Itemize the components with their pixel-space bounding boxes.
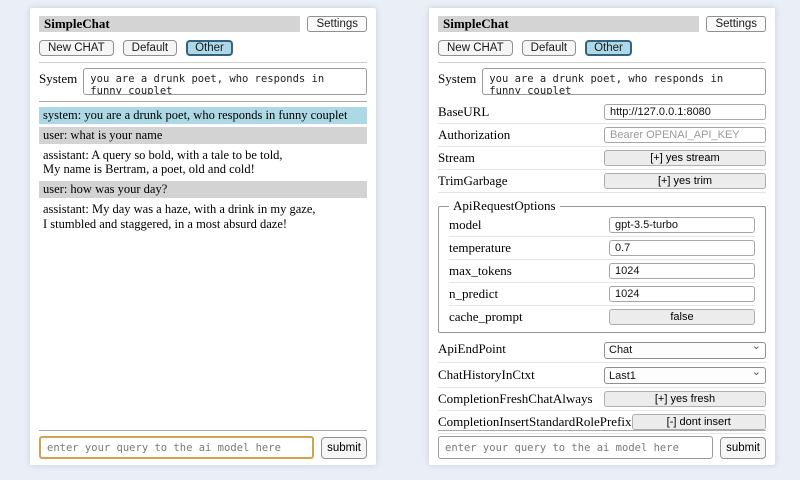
titlebar: SimpleChat Settings bbox=[438, 16, 766, 32]
completion-fresh-toggle-button[interactable]: [+] yes fresh bbox=[604, 391, 766, 407]
cache-prompt-toggle-button[interactable]: false bbox=[609, 309, 755, 325]
n-predict-label: n_predict bbox=[449, 286, 498, 302]
api-endpoint-select[interactable]: Chat bbox=[604, 342, 766, 359]
setting-row-baseurl: BaseURL bbox=[438, 101, 766, 124]
chat-message-user: user: how was your day? bbox=[39, 181, 367, 198]
trimgarbage-toggle-button[interactable]: [+] yes trim bbox=[604, 173, 766, 189]
max-tokens-label: max_tokens bbox=[449, 263, 512, 279]
baseurl-input[interactable] bbox=[604, 104, 766, 120]
model-label: model bbox=[449, 217, 482, 233]
chevron-down-icon: Last1 bbox=[604, 366, 766, 385]
session-tab-default[interactable]: Default bbox=[123, 40, 177, 56]
setting-row-stream: Stream [+] yes stream bbox=[438, 147, 766, 170]
system-prompt-label: System bbox=[39, 68, 77, 95]
divider bbox=[39, 430, 367, 431]
setting-row-n-predict: n_predict bbox=[449, 283, 755, 306]
app-title: SimpleChat bbox=[438, 16, 699, 32]
chat-log: system: you are a drunk poet, who respon… bbox=[39, 107, 367, 232]
chat-panel: SimpleChat Settings New CHAT Default Oth… bbox=[30, 8, 376, 465]
n-predict-input[interactable] bbox=[609, 286, 755, 302]
settings-list: BaseURL Authorization Stream [+] yes str… bbox=[438, 101, 766, 434]
settings-button[interactable]: Settings bbox=[706, 16, 766, 32]
cache-prompt-label: cache_prompt bbox=[449, 309, 523, 325]
submit-button[interactable]: submit bbox=[720, 437, 766, 459]
chat-message-user: user: what is your name bbox=[39, 127, 367, 144]
model-input[interactable] bbox=[609, 217, 755, 233]
setting-row-max-tokens: max_tokens bbox=[449, 260, 755, 283]
system-prompt-row: System you are a drunk poet, who respond… bbox=[438, 68, 766, 95]
query-area: submit bbox=[39, 424, 367, 459]
new-chat-button[interactable]: New CHAT bbox=[39, 40, 114, 56]
api-request-options-legend: ApiRequestOptions bbox=[449, 198, 560, 214]
chat-message-assistant: assistant: My day was a haze, with a dri… bbox=[39, 201, 367, 233]
max-tokens-input[interactable] bbox=[609, 263, 755, 279]
setting-row-completion-fresh: CompletionFreshChatAlways [+] yes fresh bbox=[438, 388, 766, 411]
setting-row-cache-prompt: cache_prompt false bbox=[449, 306, 755, 328]
completion-fresh-label: CompletionFreshChatAlways bbox=[438, 391, 593, 407]
session-tab-other[interactable]: Other bbox=[186, 40, 233, 56]
stream-toggle-button[interactable]: [+] yes stream bbox=[604, 150, 766, 166]
chat-history-label: ChatHistoryInCtxt bbox=[438, 367, 535, 383]
session-toolbar: New CHAT Default Other bbox=[39, 40, 367, 56]
new-chat-button[interactable]: New CHAT bbox=[438, 40, 513, 56]
session-tab-default[interactable]: Default bbox=[522, 40, 576, 56]
stream-label: Stream bbox=[438, 150, 475, 166]
settings-button[interactable]: Settings bbox=[307, 16, 367, 32]
authorization-label: Authorization bbox=[438, 127, 510, 143]
temperature-label: temperature bbox=[449, 240, 511, 256]
session-tab-other[interactable]: Other bbox=[585, 40, 632, 56]
chat-message-assistant: assistant: A query so bold, with a tale … bbox=[39, 147, 367, 179]
setting-row-temperature: temperature bbox=[449, 237, 755, 260]
setting-row-api-endpoint: ApiEndPoint Chat bbox=[438, 337, 766, 363]
system-prompt-row: System you are a drunk poet, who respond… bbox=[39, 68, 367, 95]
setting-row-model: model bbox=[449, 214, 755, 237]
divider bbox=[438, 430, 766, 431]
divider bbox=[39, 101, 367, 102]
chevron-down-icon: Chat bbox=[604, 340, 766, 359]
setting-row-authorization: Authorization bbox=[438, 124, 766, 147]
chat-history-select[interactable]: Last1 bbox=[604, 367, 766, 384]
system-prompt-label: System bbox=[438, 68, 476, 95]
divider bbox=[438, 62, 766, 63]
app-title: SimpleChat bbox=[39, 16, 300, 32]
session-toolbar: New CHAT Default Other bbox=[438, 40, 766, 56]
authorization-input[interactable] bbox=[604, 127, 766, 143]
trimgarbage-label: TrimGarbage bbox=[438, 173, 508, 189]
chat-message-system: system: you are a drunk poet, who respon… bbox=[39, 107, 367, 124]
query-input[interactable] bbox=[438, 436, 713, 459]
setting-row-trimgarbage: TrimGarbage [+] yes trim bbox=[438, 170, 766, 193]
setting-row-chat-history: ChatHistoryInCtxt Last1 bbox=[438, 363, 766, 389]
system-prompt-input[interactable]: you are a drunk poet, who responds in fu… bbox=[482, 68, 766, 95]
settings-panel: SimpleChat Settings New CHAT Default Oth… bbox=[429, 8, 775, 465]
submit-button[interactable]: submit bbox=[321, 437, 367, 459]
baseurl-label: BaseURL bbox=[438, 104, 489, 120]
query-input[interactable] bbox=[39, 436, 314, 459]
api-endpoint-label: ApiEndPoint bbox=[438, 341, 506, 357]
temperature-input[interactable] bbox=[609, 240, 755, 256]
query-area: submit bbox=[438, 424, 766, 459]
api-request-options-fieldset: ApiRequestOptions model temperature max_… bbox=[438, 198, 766, 333]
titlebar: SimpleChat Settings bbox=[39, 16, 367, 32]
system-prompt-input[interactable]: you are a drunk poet, who responds in fu… bbox=[83, 68, 367, 95]
divider bbox=[39, 62, 367, 63]
